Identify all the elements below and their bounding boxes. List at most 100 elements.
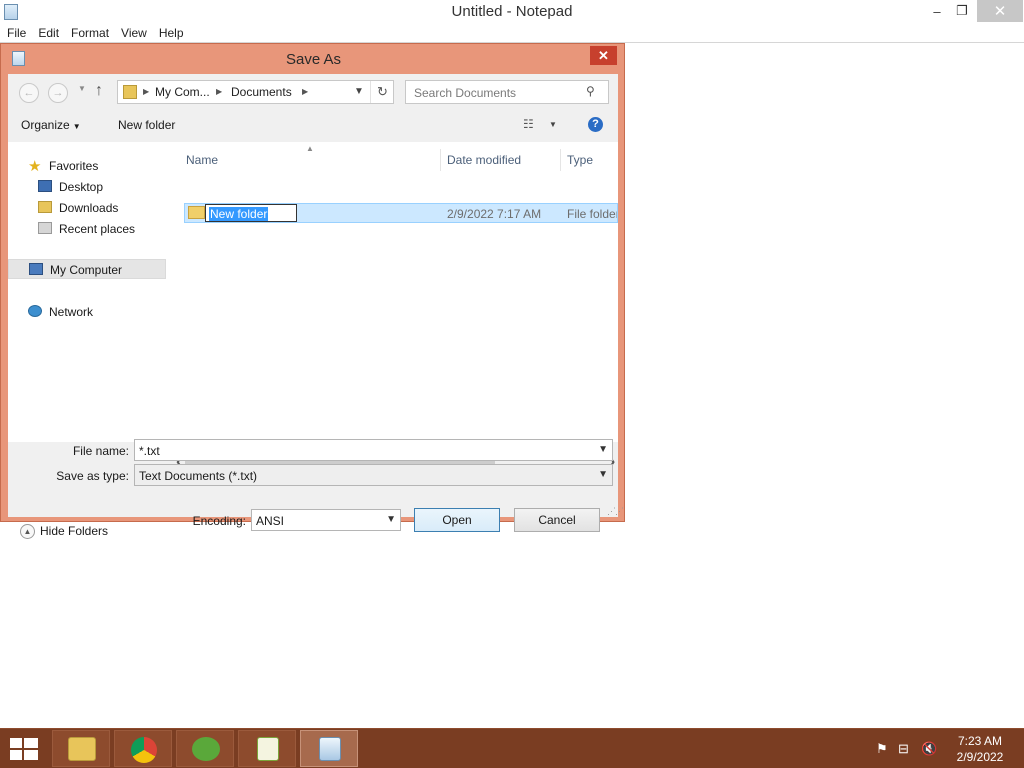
sidebar-item-network[interactable]: Network	[8, 302, 166, 322]
menu-edit[interactable]: Edit	[31, 24, 64, 42]
sidebar-label: Network	[49, 305, 94, 319]
chrome-icon	[131, 737, 157, 763]
column-header-row: ▲ Name Date modified Type	[182, 142, 618, 182]
maximize-button[interactable]: ❐	[947, 0, 977, 22]
sidebar-label: Downloads	[59, 201, 119, 215]
encoding-label: Encoding:	[192, 514, 246, 528]
action-center-flag-icon[interactable]: ⚑	[876, 741, 888, 757]
column-name[interactable]: Name	[186, 153, 218, 167]
sidebar-item-my-computer[interactable]: My Computer	[8, 259, 166, 279]
taskbar: ⚑ ⊟ 🔇 7:23 AM 2/9/2022	[0, 728, 1024, 768]
computer-icon	[29, 263, 43, 275]
file-name-value: *.txt	[139, 444, 160, 458]
sidebar-item-downloads[interactable]: Downloads	[8, 198, 166, 218]
search-placeholder: Search Documents	[414, 86, 517, 100]
file-explorer-icon	[68, 737, 96, 761]
chevron-right-icon[interactable]: ▶	[216, 87, 222, 96]
menu-view[interactable]: View	[114, 24, 152, 42]
new-folder-button[interactable]: New folder	[118, 118, 175, 132]
file-name-input[interactable]: *.txt ▼	[134, 439, 613, 461]
search-icon: ⚲	[586, 84, 595, 98]
windows-logo-icon	[24, 750, 38, 760]
menu-file[interactable]: File	[0, 24, 31, 42]
file-list: ▲ Name Date modified Type New folder 2/9…	[182, 142, 618, 442]
clock-time: 7:23 AM	[957, 734, 1003, 748]
sidebar-item-favorites[interactable]: ★ Favorites	[8, 156, 166, 176]
organize-button[interactable]: Organize ▼	[21, 118, 81, 132]
chevron-down-icon[interactable]: ▼	[598, 469, 608, 480]
breadcrumb-documents[interactable]: Documents	[231, 85, 292, 99]
notepad-plus-plus-icon	[257, 737, 279, 761]
windows-logo-icon	[10, 738, 22, 748]
sidebar-label: Favorites	[49, 159, 99, 173]
menu-help[interactable]: Help	[152, 24, 189, 42]
search-input[interactable]: Search Documents ⚲	[405, 80, 609, 104]
column-divider[interactable]	[560, 149, 561, 171]
resize-grip-icon[interactable]: ⋰⋰	[607, 506, 624, 517]
save-as-dialog: Save As ✕ ← → ▼ ↑ ▶ My Com... ▶ Document…	[0, 43, 625, 540]
close-button[interactable]: ✕	[977, 0, 1023, 22]
network-icon	[28, 305, 42, 317]
dialog-titlebar: Save As ✕	[1, 44, 624, 74]
recent-locations-chevron-icon[interactable]: ▼	[78, 84, 86, 93]
encoding-select[interactable]: ANSI ▼	[251, 509, 401, 531]
clock-date: 2/9/2022	[956, 750, 1004, 764]
rename-input[interactable]: New folder	[205, 204, 297, 222]
windows-logo-icon	[10, 750, 22, 760]
folder-icon	[188, 206, 205, 219]
sidebar-item-desktop[interactable]: Desktop	[8, 177, 166, 197]
cancel-button[interactable]: Cancel	[514, 508, 600, 532]
column-divider[interactable]	[440, 149, 441, 171]
taskbar-frogger[interactable]	[176, 730, 234, 767]
breadcrumb-my-computer[interactable]: My Com...	[155, 85, 210, 99]
window-title: Untitled - Notepad	[451, 3, 573, 20]
taskbar-file-explorer[interactable]	[52, 730, 110, 767]
sidebar-label: Desktop	[59, 180, 104, 194]
dialog-close-button[interactable]: ✕	[590, 46, 617, 65]
column-type[interactable]: Type	[567, 153, 593, 167]
chevron-down-icon[interactable]: ▼	[386, 514, 396, 525]
sidebar-item-recent-places[interactable]: Recent places	[8, 219, 166, 239]
hide-folders-button[interactable]: ▲ Hide Folders	[20, 524, 108, 540]
dialog-body: ← → ▼ ↑ ▶ My Com... ▶ Documents ▶ ▼ ↻ Se…	[8, 74, 624, 540]
menu-format[interactable]: Format	[64, 24, 114, 42]
windows-logo-icon	[24, 738, 38, 748]
taskbar-notepad[interactable]	[300, 730, 358, 767]
address-bar[interactable]: ▶ My Com... ▶ Documents ▶ ▼ ↻	[117, 80, 394, 104]
open-button[interactable]: Open	[414, 508, 500, 532]
clock[interactable]: 7:23 AM 2/9/2022	[950, 733, 1010, 765]
navigation-pane: ★ Favorites Desktop Downloads Recent pla…	[8, 142, 166, 442]
desktop-icon	[38, 180, 52, 192]
taskbar-notepad-plus-plus[interactable]	[238, 730, 296, 767]
network-icon[interactable]: ⊟	[898, 741, 909, 757]
chevron-down-icon[interactable]: ▼	[549, 120, 557, 129]
chevron-right-icon[interactable]: ▶	[302, 87, 308, 96]
content-area: ★ Favorites Desktop Downloads Recent pla…	[8, 142, 618, 471]
chevron-down-icon[interactable]: ▼	[598, 444, 608, 455]
help-button[interactable]: ?	[588, 117, 603, 132]
up-button[interactable]: ↑	[95, 82, 103, 100]
chevron-up-icon: ▲	[20, 524, 35, 540]
file-date: 2/9/2022 7:17 AM	[447, 207, 542, 221]
notepad-titlebar: Untitled - Notepad – ❐ ✕	[0, 0, 1024, 24]
save-as-type-select[interactable]: Text Documents (*.txt) ▼	[134, 464, 613, 486]
forward-button[interactable]: →	[48, 83, 68, 103]
sidebar-label: Recent places	[59, 222, 136, 236]
chevron-right-icon[interactable]: ▶	[143, 87, 149, 96]
save-as-type-label: Save as type:	[56, 469, 129, 483]
start-button[interactable]	[10, 738, 40, 760]
file-name-label: File name:	[72, 444, 129, 458]
back-button[interactable]: ←	[19, 83, 39, 103]
column-date-modified[interactable]: Date modified	[447, 153, 521, 167]
taskbar-chrome[interactable]	[114, 730, 172, 767]
star-icon: ★	[28, 158, 42, 175]
file-type: File folder	[567, 207, 617, 221]
view-options-icon[interactable]: ☷	[523, 117, 534, 131]
frog-icon	[192, 737, 220, 761]
address-dropdown-icon[interactable]: ▼	[354, 86, 364, 97]
volume-muted-icon[interactable]: 🔇	[921, 741, 937, 757]
save-as-type-value: Text Documents (*.txt)	[139, 469, 258, 483]
command-bar: Organize ▼ New folder ☷ ▼ ?	[8, 112, 618, 140]
refresh-button[interactable]: ↻	[370, 81, 394, 103]
file-row[interactable]: New folder 2/9/2022 7:17 AM File folder	[184, 203, 618, 223]
